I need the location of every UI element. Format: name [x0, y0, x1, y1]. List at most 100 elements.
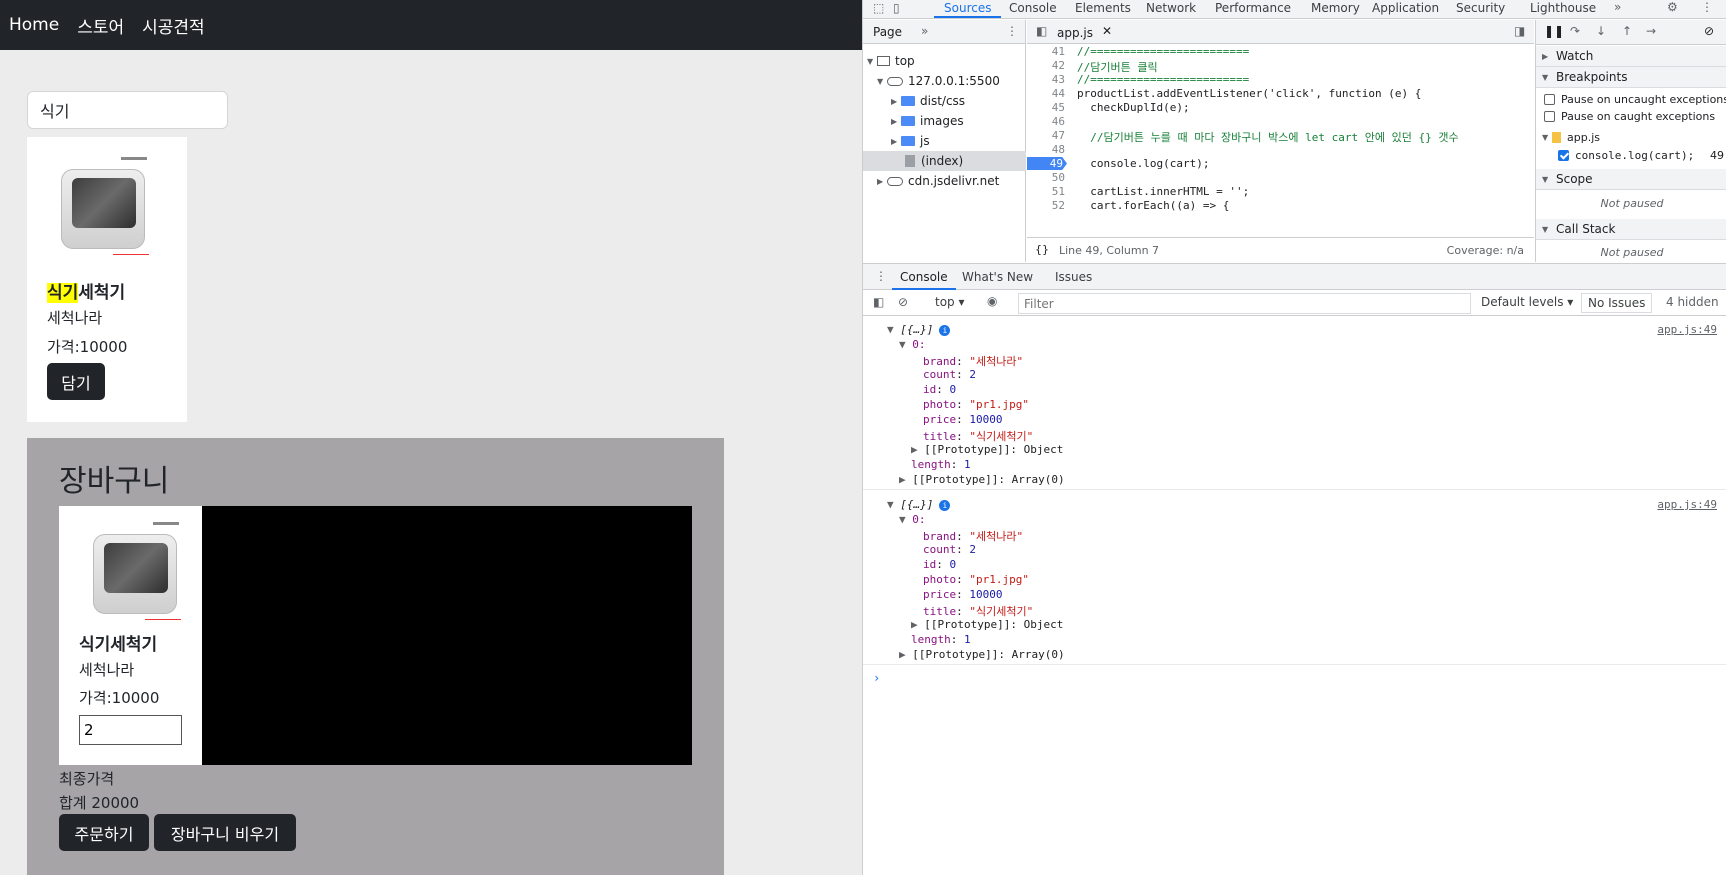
drawer-tabbar: ⋮ Console What's New Issues	[863, 263, 1726, 290]
nav-estimate[interactable]: 시공견적	[142, 13, 205, 38]
array-index[interactable]: ▼ 0:	[899, 338, 926, 354]
file-icon	[905, 155, 915, 167]
sidebar-toggle-icon[interactable]: ◧	[873, 295, 884, 309]
tree-item-dist-css[interactable]: ▶ dist/css	[863, 91, 1026, 111]
tab-network[interactable]: Network	[1146, 1, 1196, 15]
object-property: count: 2	[923, 543, 976, 556]
log-source-link[interactable]: app.js:49	[1657, 498, 1717, 511]
more-tabs-icon[interactable]: »	[1614, 0, 1621, 14]
drawer-tab-issues[interactable]: Issues	[1055, 270, 1092, 284]
quantity-input[interactable]	[79, 715, 182, 745]
tab-application[interactable]: Application	[1372, 1, 1439, 15]
prototype-object[interactable]: ▶ [[Prototype]]: Object	[911, 618, 1063, 634]
tab-console[interactable]: Console	[1009, 1, 1057, 15]
add-to-cart-button[interactable]: 담기	[47, 363, 105, 400]
line-number[interactable]: 41	[1027, 45, 1065, 58]
order-button[interactable]: 주문하기	[59, 814, 149, 851]
toggle-debugger-icon[interactable]: ◨	[1514, 24, 1525, 38]
more-navigator-icon[interactable]: »	[921, 24, 928, 38]
line-number[interactable]: 46	[1027, 115, 1065, 128]
scope-section[interactable]: ▼ Scope	[1536, 169, 1726, 190]
tab-elements[interactable]: Elements	[1075, 1, 1131, 15]
tab-performance[interactable]: Performance	[1215, 1, 1291, 15]
drawer-tab-console[interactable]: Console	[892, 270, 956, 290]
kebab-menu-icon[interactable]: ⋮	[1701, 0, 1713, 14]
breakpoint-marker[interactable]: 49	[1027, 157, 1067, 170]
issues-button[interactable]: No Issues	[1581, 293, 1653, 313]
code-area[interactable]: 41//======================== 42//담기버튼 클릭 4…	[1027, 45, 1534, 237]
tree-item-top[interactable]: ▼ top	[863, 51, 1026, 71]
line-number[interactable]: 50	[1027, 171, 1065, 184]
deactivate-breakpoints-icon[interactable]: ⊘	[1704, 24, 1714, 38]
tree-item-images[interactable]: ▶ images	[863, 111, 1026, 131]
pause-icon[interactable]: ❚❚	[1544, 24, 1564, 38]
nav-store[interactable]: 스토어	[77, 13, 124, 38]
inspect-icon[interactable]: ⬚	[873, 1, 884, 15]
log-levels-dropdown[interactable]: Default levels ▾	[1481, 295, 1573, 309]
pause-uncaught-option[interactable]: Pause on uncaught exceptions	[1544, 93, 1726, 106]
clear-cart-button[interactable]: 장바구니 비우기	[154, 814, 296, 851]
object-property: count: 2	[923, 368, 976, 381]
line-number[interactable]: 43	[1027, 73, 1065, 86]
checkbox-checked[interactable]	[1558, 150, 1569, 161]
code-text: cartList.innerHTML = '';	[1077, 185, 1250, 198]
code-text: checkDuplId(e);	[1077, 101, 1190, 114]
array-index[interactable]: ▼ 0:	[899, 513, 926, 529]
object-property: title: "식기세척기"	[923, 605, 1034, 618]
line-number[interactable]: 42	[1027, 59, 1065, 72]
info-icon[interactable]: i	[939, 499, 951, 511]
navigator-menu-icon[interactable]: ⋮	[1006, 24, 1018, 38]
navigator-tab-page[interactable]: Page	[873, 25, 902, 39]
info-icon[interactable]: i	[939, 324, 951, 336]
code-text: productList.addEventListener('click', fu…	[1077, 87, 1422, 100]
breakpoints-section[interactable]: ▼ Breakpoints	[1536, 67, 1726, 88]
line-number[interactable]: 47	[1027, 129, 1065, 142]
drawer-tab-whats-new[interactable]: What's New	[962, 270, 1033, 284]
nav-home[interactable]: Home	[9, 15, 59, 35]
step-icon[interactable]: →	[1646, 24, 1656, 38]
pretty-print-icon[interactable]: {}	[1035, 243, 1049, 256]
callstack-section[interactable]: ▼ Call Stack	[1536, 219, 1726, 240]
prototype-array[interactable]: ▶ [[Prototype]]: Array(0)	[899, 648, 1065, 664]
drawer-menu-icon[interactable]: ⋮	[875, 269, 887, 283]
line-number[interactable]: 48	[1027, 143, 1065, 156]
step-into-icon[interactable]: ↓	[1596, 24, 1606, 38]
tree-item-host[interactable]: ▼ 127.0.0.1:5500	[863, 71, 1026, 91]
checkbox[interactable]	[1544, 111, 1555, 122]
pause-caught-option[interactable]: Pause on caught exceptions	[1544, 110, 1715, 123]
toggle-navigator-icon[interactable]: ◧	[1036, 24, 1047, 38]
gear-icon[interactable]: ⚙	[1667, 0, 1678, 14]
tab-security[interactable]: Security	[1456, 1, 1505, 15]
filter-input[interactable]	[1018, 293, 1471, 314]
device-toggle-icon[interactable]: ▯	[893, 1, 900, 15]
file-tab-app-js[interactable]: app.js	[1057, 26, 1093, 40]
console-prompt[interactable]: ›	[873, 671, 880, 685]
close-tab-icon[interactable]: ✕	[1102, 24, 1112, 38]
search-input[interactable]	[27, 91, 228, 129]
clear-console-icon[interactable]: ⊘	[898, 295, 908, 309]
prototype-object[interactable]: ▶ [[Prototype]]: Object	[911, 443, 1063, 459]
line-number[interactable]: 45	[1027, 101, 1065, 114]
prototype-array[interactable]: ▶ [[Prototype]]: Array(0)	[899, 473, 1065, 489]
code-line: 45 checkDuplId(e);	[1027, 101, 1534, 115]
step-out-icon[interactable]: ↑	[1622, 24, 1632, 38]
tree-item-index[interactable]: (index)	[863, 151, 1026, 171]
tab-memory[interactable]: Memory	[1311, 1, 1360, 15]
tree-item-js[interactable]: ▶ js	[863, 131, 1026, 151]
breakpoint-entry[interactable]: console.log(cart); 49	[1558, 149, 1724, 162]
checkbox[interactable]	[1544, 94, 1555, 105]
log-summary[interactable]: ▼ [{…}] i	[887, 323, 951, 339]
tab-sources[interactable]: Sources	[933, 1, 1003, 18]
tab-lighthouse[interactable]: Lighthouse	[1530, 1, 1596, 15]
log-summary[interactable]: ▼ [{…}] i	[887, 498, 951, 514]
context-selector[interactable]: top ▾	[935, 295, 965, 309]
step-over-icon[interactable]: ↷	[1570, 24, 1580, 38]
log-source-link[interactable]: app.js:49	[1657, 323, 1717, 336]
line-number[interactable]: 51	[1027, 185, 1065, 198]
code-text: //========================	[1077, 45, 1250, 58]
watch-section[interactable]: ▶ Watch	[1536, 46, 1726, 67]
line-number[interactable]: 44	[1027, 87, 1065, 100]
line-number[interactable]: 52	[1027, 199, 1065, 212]
tree-item-cdn[interactable]: ▶ cdn.jsdelivr.net	[863, 171, 1026, 191]
eye-icon[interactable]: ◉	[987, 294, 997, 308]
